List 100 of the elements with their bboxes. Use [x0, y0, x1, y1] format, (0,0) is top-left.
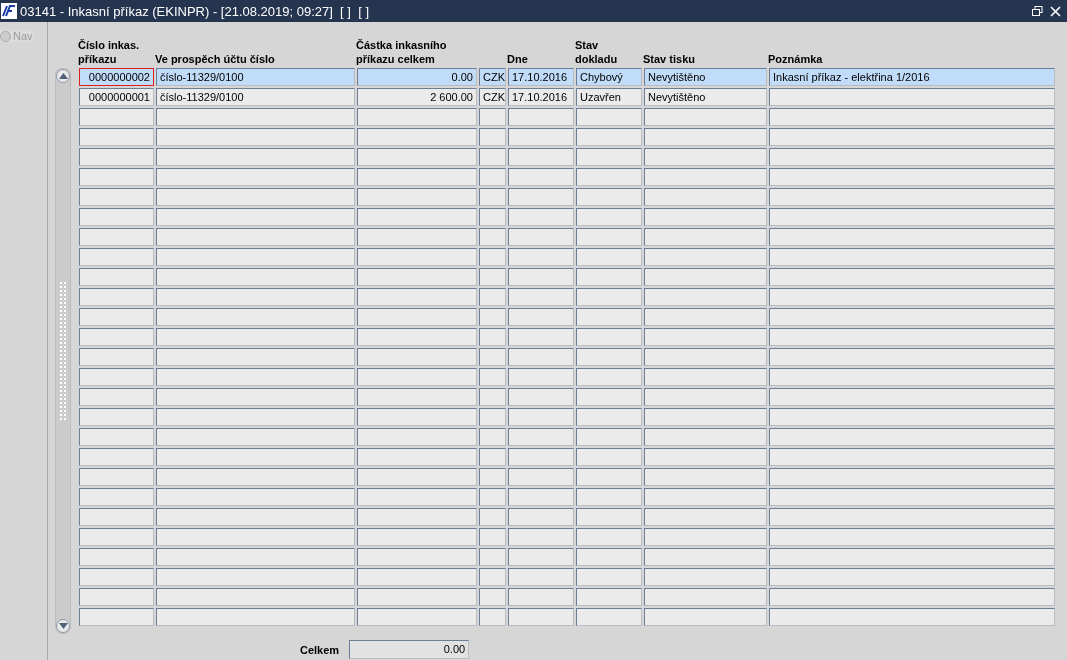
table-cell[interactable] — [479, 168, 506, 186]
table-cell[interactable] — [644, 128, 767, 146]
table-cell[interactable] — [508, 388, 574, 406]
table-cell[interactable]: 0000000001 — [79, 88, 154, 106]
table-cell[interactable] — [79, 348, 154, 366]
table-cell[interactable]: číslo-11329/0100 — [156, 68, 355, 86]
table-cell[interactable] — [769, 468, 1055, 486]
table-cell[interactable] — [576, 188, 642, 206]
table-cell[interactable] — [79, 408, 154, 426]
table-cell[interactable] — [508, 208, 574, 226]
table-cell[interactable] — [79, 428, 154, 446]
table-cell[interactable] — [479, 288, 506, 306]
table-cell[interactable] — [479, 108, 506, 126]
table-cell[interactable]: Nevytištěno — [644, 88, 767, 106]
table-cell[interactable] — [576, 208, 642, 226]
table-cell[interactable] — [769, 188, 1055, 206]
table-cell[interactable] — [156, 528, 355, 546]
table-cell[interactable] — [79, 568, 154, 586]
table-cell[interactable] — [508, 148, 574, 166]
restore-icon[interactable] — [1030, 5, 1045, 17]
table-cell[interactable] — [769, 408, 1055, 426]
table-cell[interactable] — [576, 388, 642, 406]
table-cell[interactable] — [156, 388, 355, 406]
table-cell[interactable] — [79, 188, 154, 206]
table-cell[interactable] — [508, 288, 574, 306]
table-cell[interactable] — [156, 608, 355, 626]
table-cell[interactable]: Nevytištěno — [644, 68, 767, 86]
table-cell[interactable] — [576, 268, 642, 286]
table-cell[interactable] — [769, 348, 1055, 366]
table-cell[interactable] — [644, 548, 767, 566]
table-cell[interactable] — [357, 428, 477, 446]
table-cell[interactable]: Uzavřen — [576, 88, 642, 106]
table-cell[interactable] — [357, 128, 477, 146]
table-cell[interactable] — [644, 388, 767, 406]
table-cell[interactable] — [479, 388, 506, 406]
table-cell[interactable] — [156, 568, 355, 586]
table-cell[interactable] — [156, 268, 355, 286]
table-cell[interactable] — [357, 328, 477, 346]
table-cell[interactable] — [508, 428, 574, 446]
table-cell[interactable] — [576, 368, 642, 386]
table-cell[interactable]: CZK — [479, 88, 506, 106]
table-cell[interactable] — [576, 528, 642, 546]
table-cell[interactable] — [644, 428, 767, 446]
table-cell[interactable] — [769, 368, 1055, 386]
table-cell[interactable] — [79, 168, 154, 186]
table-cell[interactable] — [156, 508, 355, 526]
table-cell[interactable] — [508, 168, 574, 186]
table-cell[interactable] — [508, 248, 574, 266]
table-cell[interactable] — [644, 188, 767, 206]
table-cell[interactable]: 17.10.2016 — [508, 88, 574, 106]
table-cell[interactable] — [769, 528, 1055, 546]
table-cell[interactable] — [576, 148, 642, 166]
table-cell[interactable] — [769, 388, 1055, 406]
table-cell[interactable] — [576, 248, 642, 266]
table-cell[interactable] — [357, 228, 477, 246]
table-cell[interactable] — [769, 168, 1055, 186]
table-cell[interactable] — [769, 548, 1055, 566]
table-cell[interactable] — [644, 268, 767, 286]
table-cell[interactable] — [156, 288, 355, 306]
table-cell[interactable] — [644, 348, 767, 366]
scroll-grip-icon[interactable] — [59, 281, 67, 421]
table-cell[interactable] — [508, 328, 574, 346]
table-cell[interactable] — [479, 268, 506, 286]
table-cell[interactable] — [644, 568, 767, 586]
table-cell[interactable] — [357, 468, 477, 486]
table-cell[interactable] — [479, 548, 506, 566]
table-cell[interactable] — [769, 108, 1055, 126]
table-cell[interactable] — [479, 528, 506, 546]
table-cell[interactable] — [644, 288, 767, 306]
table-cell[interactable] — [156, 248, 355, 266]
table-cell[interactable] — [357, 368, 477, 386]
table-cell[interactable] — [357, 388, 477, 406]
table-cell[interactable] — [79, 228, 154, 246]
table-cell[interactable] — [576, 408, 642, 426]
table-cell[interactable] — [479, 468, 506, 486]
table-cell[interactable] — [769, 588, 1055, 606]
table-cell[interactable] — [644, 328, 767, 346]
table-cell[interactable] — [576, 428, 642, 446]
table-cell[interactable] — [644, 308, 767, 326]
table-cell[interactable] — [156, 208, 355, 226]
table-cell[interactable] — [576, 308, 642, 326]
scrollbar[interactable] — [55, 68, 71, 634]
table-cell[interactable] — [156, 468, 355, 486]
table-cell[interactable] — [79, 388, 154, 406]
table-cell[interactable] — [576, 228, 642, 246]
table-cell[interactable] — [644, 208, 767, 226]
table-cell[interactable] — [769, 88, 1055, 106]
table-cell[interactable] — [644, 408, 767, 426]
table-cell[interactable] — [479, 608, 506, 626]
table-cell[interactable] — [479, 148, 506, 166]
table-cell[interactable] — [357, 548, 477, 566]
table-cell[interactable]: Chybový — [576, 68, 642, 86]
table-cell[interactable] — [508, 528, 574, 546]
table-cell[interactable] — [769, 228, 1055, 246]
table-cell[interactable] — [644, 248, 767, 266]
table-cell[interactable] — [479, 188, 506, 206]
table-cell[interactable] — [156, 328, 355, 346]
table-cell[interactable] — [156, 228, 355, 246]
table-cell[interactable] — [769, 328, 1055, 346]
table-cell[interactable] — [156, 128, 355, 146]
